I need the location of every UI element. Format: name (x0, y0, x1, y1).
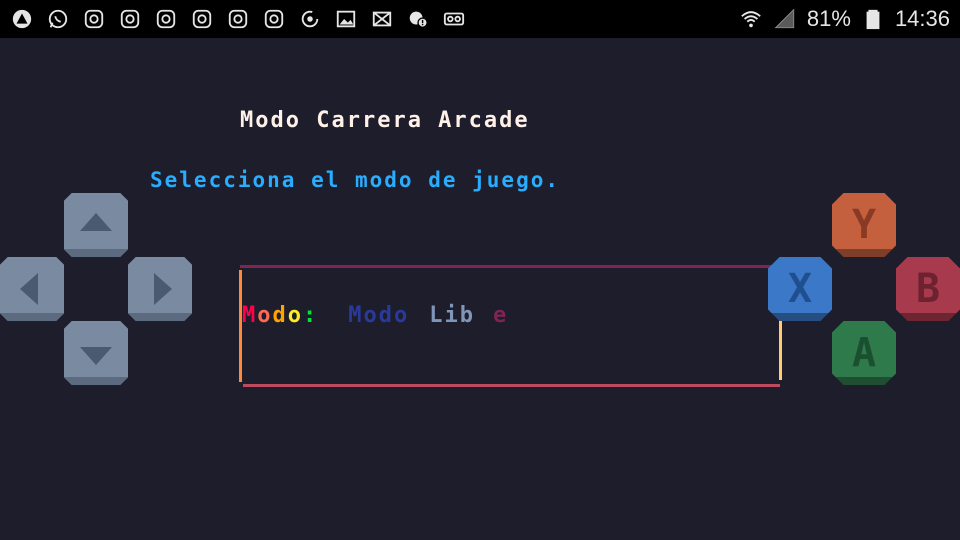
battery-icon (861, 7, 885, 31)
mail-icon (370, 7, 394, 31)
b-button-shadow (896, 313, 960, 321)
y-button[interactable]: Y (832, 193, 896, 257)
y-button-label: Y (851, 202, 877, 248)
assistant-icon (10, 7, 34, 31)
sync-icon (298, 7, 322, 31)
game-subtitle: Selecciona el modo de juego. (150, 168, 561, 192)
mode-value-part-1: Modo (348, 303, 410, 328)
mode-label-char: d (272, 303, 288, 328)
mode-value-part-2: Lib (429, 303, 475, 328)
mode-value-part-3: e (492, 303, 509, 328)
image-icon (334, 7, 358, 31)
a-button-label: A (851, 330, 877, 376)
a-button-shadow (832, 377, 896, 385)
instagram-icon (226, 7, 250, 31)
b-button[interactable]: B (896, 257, 960, 321)
battery-percent: 81% (806, 6, 851, 31)
dpad-down-button[interactable] (64, 321, 128, 385)
clock: 14:36 (894, 6, 950, 31)
mode-label: Modo: (242, 303, 318, 328)
dpad-right-button[interactable] (128, 257, 192, 321)
y-button-shadow (832, 249, 896, 257)
instagram-icon (190, 7, 214, 31)
instagram-icon (154, 7, 178, 31)
instagram-icon (118, 7, 142, 31)
mode-label-char: : (303, 303, 319, 328)
arrow-right-icon (128, 273, 192, 321)
mode-label-char: o (287, 303, 303, 328)
x-button-shadow (768, 313, 832, 321)
arrow-down-icon (64, 347, 128, 385)
a-button[interactable]: A (832, 321, 896, 385)
x-button-label: X (787, 266, 813, 312)
mode-value[interactable]: Modo Lib e (348, 303, 508, 328)
dpad-left-button[interactable] (0, 257, 64, 321)
chat-alert-icon (406, 7, 430, 31)
panel-border-top (240, 265, 780, 268)
whatsapp-icon (46, 7, 70, 31)
arrow-up-icon (64, 213, 128, 257)
voicemail-icon (442, 7, 466, 31)
status-bar: 81% 14:36 (0, 0, 960, 38)
mode-selector[interactable]: Modo: Modo Lib e (242, 303, 508, 328)
mode-label-char: o (257, 303, 273, 328)
system-status: 81% 14:36 (739, 5, 950, 33)
x-button[interactable]: X (768, 257, 832, 321)
game-title: Modo Carrera Arcade (240, 108, 530, 133)
notification-icons (10, 7, 466, 31)
instagram-icon (262, 7, 286, 31)
arrow-left-icon (0, 273, 64, 321)
panel-border-bottom (243, 384, 780, 387)
instagram-icon (82, 7, 106, 31)
mode-label-char: M (242, 303, 258, 328)
dpad-up-button[interactable] (64, 193, 128, 257)
cell-signal-icon (773, 7, 797, 31)
wifi-icon (739, 7, 763, 31)
b-button-label: B (915, 266, 941, 312)
